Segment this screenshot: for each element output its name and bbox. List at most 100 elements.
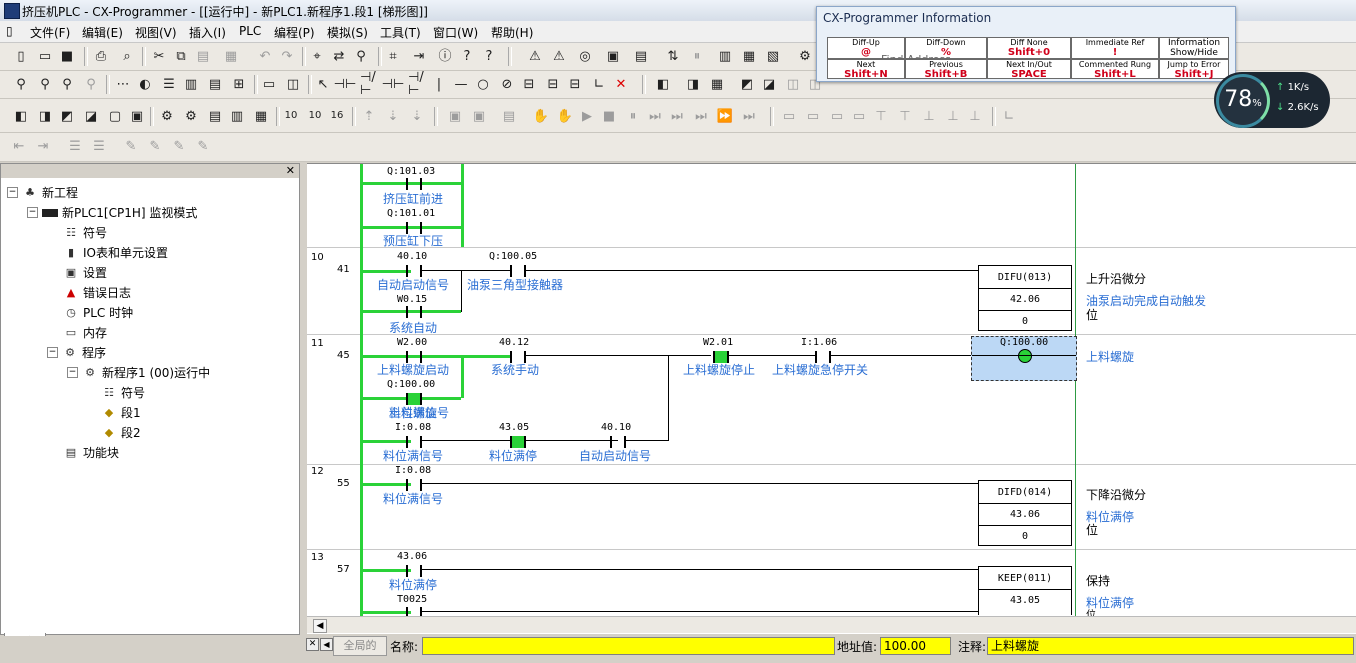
output-window-icon[interactable]: ◨ — [36, 107, 54, 125]
mnemonic-icon[interactable]: ▤ — [206, 75, 224, 93]
replace-icon[interactable]: ⇄ — [330, 47, 348, 65]
menu-insert[interactable]: 插入(I) — [189, 24, 226, 41]
tree-node-program1[interactable]: − ⚙ 新程序1 (00)运行中 — [67, 364, 210, 381]
tab-global[interactable]: 全局的 — [333, 636, 387, 656]
menu-help[interactable]: 帮助(H) — [491, 24, 533, 41]
horizontal-line-icon[interactable]: — — [452, 75, 470, 93]
project-window-icon[interactable]: ◧ — [12, 107, 30, 125]
sim-icon[interactable]: ▣ — [446, 107, 464, 125]
selected-coil-cell[interactable]: Q:100.00 — [971, 336, 1077, 381]
menu-file[interactable]: 文件(F) — [30, 24, 70, 41]
zoom-out-icon[interactable]: ⚲ — [58, 75, 76, 93]
properties-icon[interactable]: ▢ — [106, 107, 124, 125]
outdent-icon[interactable]: ⇥ — [34, 137, 52, 155]
wire8-icon[interactable]: ⊥ — [944, 107, 962, 125]
doc-menu-icon[interactable]: ▯ — [6, 24, 13, 38]
select-icon[interactable]: ↖ — [314, 75, 332, 93]
online-icon[interactable]: ⚠ — [550, 47, 568, 65]
sim-ff-icon[interactable]: ⏩ — [716, 107, 734, 125]
sim-pause-icon[interactable]: ⏸ — [624, 107, 642, 125]
contact[interactable] — [406, 306, 422, 318]
paste-icon[interactable]: ▤ — [194, 47, 212, 65]
jump-to-error-key[interactable]: Jump to Error Shift+J — [1159, 59, 1229, 80]
tree-node-error-log[interactable]: ▲ 错误日志 — [63, 284, 131, 301]
commented-rung-key[interactable]: Commented Rung Shift+L — [1071, 59, 1159, 80]
force2-icon[interactable]: ◪ — [760, 75, 778, 93]
wire6-icon[interactable]: ⊤ — [896, 107, 914, 125]
paste-special-icon[interactable]: ▦ — [222, 47, 240, 65]
grid-icon[interactable]: ⋯ — [114, 75, 132, 93]
zoom-icon[interactable]: ⚲ — [12, 75, 30, 93]
align-icon[interactable]: ☰ — [66, 137, 84, 155]
warning-icon[interactable]: ⚠ — [526, 47, 544, 65]
transfer-icon[interactable]: ▣ — [604, 47, 622, 65]
tree-node-function-blocks[interactable]: ▤ 功能块 — [63, 444, 119, 461]
run-mode-icon[interactable]: ⇅ — [664, 47, 682, 65]
info-panel[interactable]: CX-Programmer Information Diff-Up @ Diff-… — [816, 6, 1236, 82]
function-block-difd[interactable]: DIFD(014) 43.06 0 — [978, 480, 1072, 546]
print-preview-icon[interactable]: ⌕ — [118, 47, 136, 65]
structure-icon[interactable]: ⊞ — [230, 75, 248, 93]
horizontal-scrollbar[interactable]: ◀ — [307, 616, 1356, 633]
memory-icon[interactable]: ▥ — [228, 107, 246, 125]
instruction-icon[interactable]: ⊟ — [520, 75, 538, 93]
wire7-icon[interactable]: ⊥ — [920, 107, 938, 125]
print-icon[interactable]: ⎙ — [92, 47, 110, 65]
wire3-icon[interactable]: ▭ — [828, 107, 846, 125]
sim2-icon[interactable]: ▣ — [470, 107, 488, 125]
tool-icon[interactable]: ✎ — [122, 137, 140, 155]
copy-icon[interactable]: ⧉ — [172, 47, 190, 65]
function-block-difu[interactable]: DIFU(013) 42.06 0 — [978, 265, 1072, 331]
force-icon[interactable]: ◩ — [738, 75, 756, 93]
next-key[interactable]: Next Shift+N — [827, 59, 905, 80]
diff-none-key[interactable]: Diff None Shift+0 — [987, 37, 1071, 59]
tree-node-program-symbols[interactable]: ☷ 符号 — [101, 384, 145, 401]
indent-icon[interactable]: ⇤ — [10, 137, 28, 155]
radix-16-icon[interactable]: 16 — [328, 107, 346, 125]
memory2-icon[interactable]: ▦ — [252, 107, 270, 125]
tree-node-symbols[interactable]: ☷ 符号 — [63, 224, 107, 241]
tool4-icon[interactable]: ✎ — [194, 137, 212, 155]
tree-node-plc-clock[interactable]: ◷ PLC 时钟 — [63, 304, 133, 321]
tree-node-programs[interactable]: − ⚙ 程序 — [47, 344, 106, 361]
open-folder-icon[interactable]: ▭ — [36, 47, 54, 65]
redo-icon[interactable]: ↷ — [278, 47, 296, 65]
rung-icon[interactable]: ▥ — [182, 75, 200, 93]
ladder-diagram[interactable]: Q:101.03 挤压缸前进 Q:101.01 预压缸下压 10 41 40.1… — [307, 163, 1356, 634]
find-all-icon[interactable]: ⚲ — [352, 47, 370, 65]
run-icon[interactable]: ▧ — [764, 47, 782, 65]
find-icon[interactable]: ⌖ — [308, 47, 326, 65]
wire4-icon[interactable]: ▭ — [850, 107, 868, 125]
sim-end-icon[interactable]: ⏭ — [740, 107, 758, 125]
compare-icon[interactable]: ▤ — [632, 47, 650, 65]
info-icon[interactable]: ⓘ — [436, 47, 454, 65]
monitor-mode-icon[interactable]: ▦ — [740, 47, 758, 65]
or-no-icon[interactable]: ⊣⊢ — [382, 75, 405, 93]
sim-stop-icon[interactable]: ■ — [600, 107, 618, 125]
zoom-in-icon[interactable]: ⚲ — [36, 75, 54, 93]
io-table-icon[interactable]: ▤ — [206, 107, 224, 125]
tree-node-section2[interactable]: ◆ 段2 — [101, 424, 141, 441]
list-icon[interactable]: ☰ — [160, 75, 178, 93]
cross-ref-icon[interactable]: ◫ — [284, 75, 302, 93]
sim-play-icon[interactable]: ▶ — [578, 107, 596, 125]
online-edit3-icon[interactable]: ▦ — [708, 75, 726, 93]
sim3-icon[interactable]: ▤ — [500, 107, 518, 125]
scroll-left-icon[interactable]: ◀ — [320, 638, 333, 651]
online-edit-icon[interactable]: ◧ — [654, 75, 672, 93]
wire9-icon[interactable]: ⊥ — [966, 107, 984, 125]
scroll-left-icon[interactable]: ◀ — [313, 619, 327, 633]
special-icon[interactable]: ▭ — [260, 75, 278, 93]
close-icon[interactable]: ✕ — [306, 638, 319, 651]
radix-10s-icon[interactable]: 10 — [306, 107, 324, 125]
plc-settings-icon[interactable]: ⚙ — [796, 47, 814, 65]
menu-plc[interactable]: PLC — [239, 24, 261, 38]
wire2-icon[interactable]: ▭ — [804, 107, 822, 125]
context-help-icon[interactable]: ? — [480, 47, 498, 65]
menu-window[interactable]: 窗口(W) — [433, 24, 478, 41]
wire5-icon[interactable]: ⊤ — [872, 107, 890, 125]
symbols-icon[interactable]: ▣ — [128, 107, 146, 125]
online-edit2-icon[interactable]: ◨ — [684, 75, 702, 93]
cut-icon[interactable]: ✂ — [150, 47, 168, 65]
address-field[interactable]: 100.00 — [880, 637, 951, 655]
